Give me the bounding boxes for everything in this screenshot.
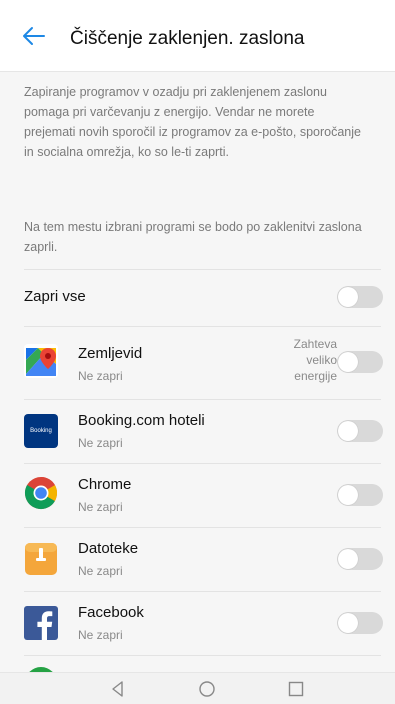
settings-content[interactable]: Zapiranje programov v ozadju pri zaklenj… xyxy=(0,72,395,672)
close-all-label: Zapri vse xyxy=(24,288,86,305)
app-toggle-facebook[interactable] xyxy=(337,612,383,634)
booking-icon: Booking xyxy=(24,414,58,448)
nav-recents-icon[interactable] xyxy=(286,679,306,699)
badge-line: veliko xyxy=(306,353,337,367)
nav-back-icon[interactable] xyxy=(108,679,128,699)
toggle-knob xyxy=(338,485,358,505)
high-energy-badge: Zahteva veliko energije xyxy=(267,336,337,384)
back-arrow-icon[interactable] xyxy=(22,26,46,46)
booking-icon-text: Booking xyxy=(30,428,52,434)
app-status: Ne zapri xyxy=(78,564,123,578)
app-name: Facebook xyxy=(78,604,144,621)
app-toggle-datoteke[interactable] xyxy=(337,548,383,570)
maps-icon xyxy=(24,344,58,378)
close-all-toggle[interactable] xyxy=(337,286,383,308)
app-toggle-zemljevid[interactable] xyxy=(337,351,383,373)
divider xyxy=(24,591,381,592)
badge-line: Zahteva xyxy=(293,337,337,351)
divider xyxy=(24,399,381,400)
toggle-knob xyxy=(338,613,358,633)
app-status: Ne zapri xyxy=(78,369,123,383)
app-status: Ne zapri xyxy=(78,436,123,450)
app-name: Datoteke xyxy=(78,540,139,557)
toggle-knob xyxy=(338,352,358,372)
app-name: Booking.com hoteli xyxy=(78,412,205,429)
app-status: Ne zapri xyxy=(78,500,123,514)
badge-line: energije xyxy=(294,369,337,383)
divider xyxy=(24,326,381,327)
divider xyxy=(24,269,381,270)
divider xyxy=(24,463,381,464)
app-toggle-chrome[interactable] xyxy=(337,484,383,506)
app-name: Zemljevid xyxy=(78,345,143,362)
divider xyxy=(24,527,381,528)
files-icon xyxy=(25,543,57,575)
description-paragraph: Zapiranje programov v ozadju pri zaklenj… xyxy=(24,85,361,159)
nav-home-icon[interactable] xyxy=(197,679,217,699)
chrome-icon xyxy=(24,476,58,510)
app-name: Chrome xyxy=(78,476,132,493)
facebook-icon xyxy=(24,606,58,640)
toggle-knob xyxy=(338,421,358,441)
app-toggle-booking[interactable] xyxy=(337,420,383,442)
divider xyxy=(24,655,381,656)
app-bar: Čiščenje zaklenjen. zaslona xyxy=(0,0,395,72)
page-title: Čiščenje zaklenjen. zaslona xyxy=(70,28,305,49)
description-note: Na tem mestu izbrani programi se bodo po… xyxy=(24,220,362,254)
toggle-knob xyxy=(338,287,358,307)
toggle-knob xyxy=(338,549,358,569)
system-navigation-bar xyxy=(0,672,395,704)
app-status: Ne zapri xyxy=(78,628,123,642)
